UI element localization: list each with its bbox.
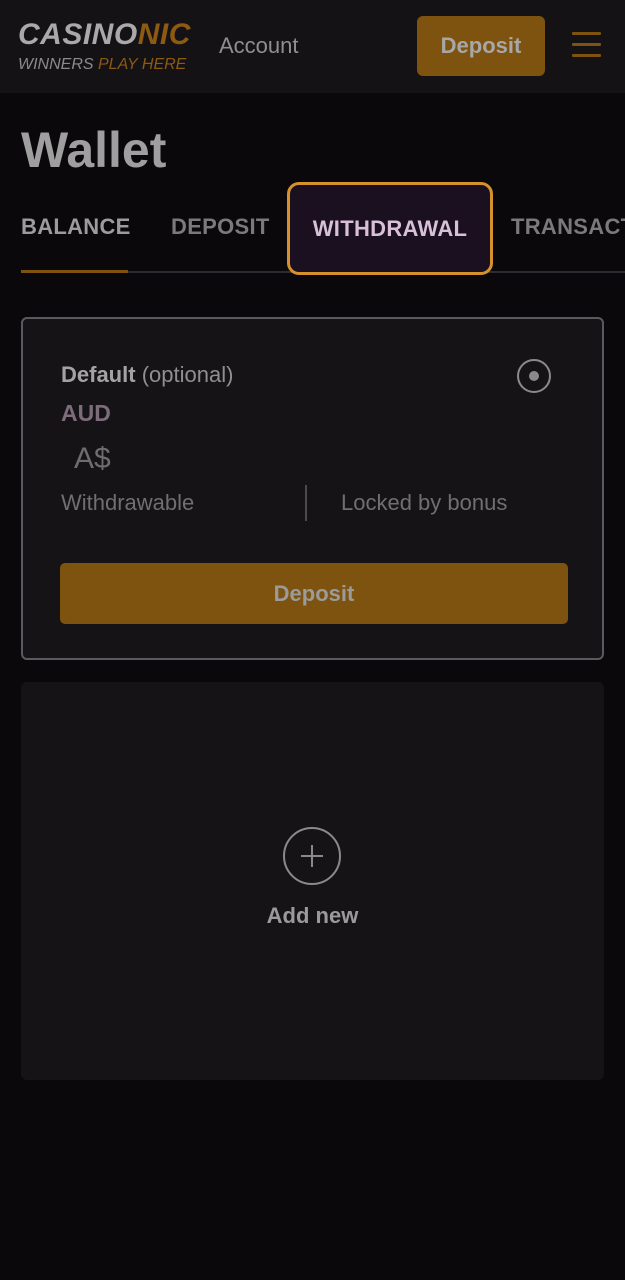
tab-transactions[interactable]: TRANSACTIONS [511,213,625,241]
logo-wordmark: CASINONIC [18,18,191,52]
wallet-select-radio[interactable] [517,359,551,393]
app-header: CASINONIC WINNERS PLAY HERE Account Depo… [0,0,625,93]
wallet-card-default[interactable]: Default (optional) AUD A$ Withdrawable L… [21,317,604,660]
logo-tagline-part-1: WINNERS [18,56,98,73]
plus-circle-icon[interactable] [283,827,341,885]
wallet-amount: A$ [74,442,111,475]
menu-bar [572,32,601,35]
logo-tagline-part-2: PLAY HERE [98,56,187,73]
tab-balance[interactable]: BALANCE [21,213,131,241]
menu-bar [572,43,601,46]
logo-wordmark-part-1: CASINO [18,18,138,51]
tab-active-indicator [21,270,128,273]
tab-deposit[interactable]: DEPOSIT [171,213,270,241]
logo-wordmark-part-2: NIC [137,18,191,51]
plus-vertical [311,845,313,867]
radio-selected-dot [529,371,539,381]
wallet-card-title: Default (optional) [61,361,233,389]
tab-withdrawal[interactable]: WITHDRAWAL [287,182,493,275]
menu-bar [572,54,601,57]
balance-divider [305,485,307,521]
hamburger-menu-icon[interactable] [572,32,601,58]
wallet-name-suffix: (optional) [141,362,234,387]
add-new-wallet-card[interactable]: Add new [21,682,604,1080]
locked-by-bonus-label: Locked by bonus [341,490,508,515]
wallet-deposit-button[interactable]: Deposit [60,563,568,624]
add-new-label: Add new [266,903,359,928]
wallet-name: Default [61,362,136,387]
page-title: Wallet [21,122,167,178]
tab-withdrawal-label: WITHDRAWAL [312,215,468,241]
casinonic-logo[interactable]: CASINONIC WINNERS PLAY HERE [18,18,198,78]
logo-tagline: WINNERS PLAY HERE [18,55,186,75]
header-deposit-button[interactable]: Deposit [417,16,545,76]
withdrawable-label: Withdrawable [61,490,195,515]
nav-account-link[interactable]: Account [219,32,299,60]
wallet-currency: AUD [61,400,111,426]
